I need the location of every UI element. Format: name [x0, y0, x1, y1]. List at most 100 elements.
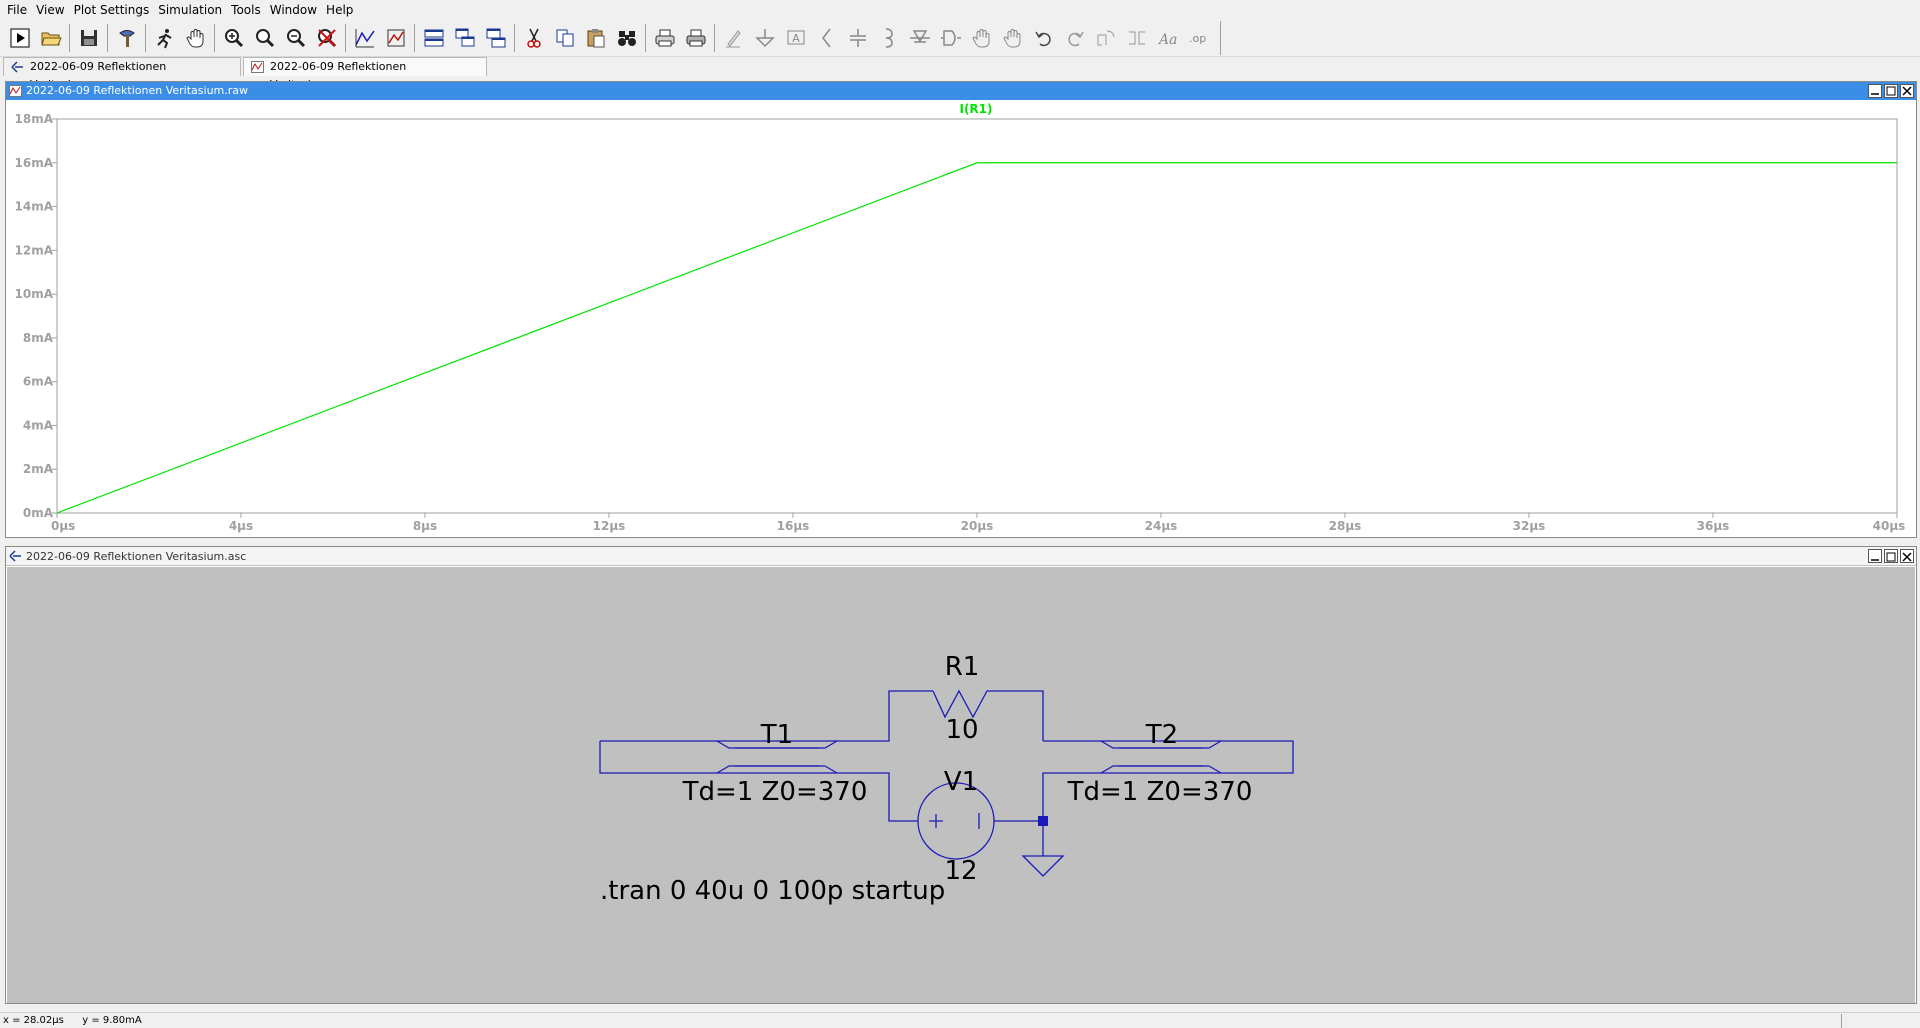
toolbar-separator	[414, 24, 415, 52]
save-icon	[80, 30, 97, 46]
tile-vertical-button[interactable]	[480, 23, 511, 54]
menu-plot-settings[interactable]: Plot Settings	[71, 0, 156, 20]
print-button[interactable]	[680, 23, 711, 54]
minimize-button[interactable]	[1868, 549, 1882, 563]
save-button[interactable]	[73, 23, 104, 54]
resistor-button[interactable]	[811, 23, 842, 54]
menu-tools[interactable]: Tools	[228, 0, 267, 20]
tline-T2-bottom	[1100, 765, 1222, 774]
tile-horizontal-button[interactable]	[418, 23, 449, 54]
scale-button[interactable]	[380, 23, 411, 54]
component-value-R1[interactable]: 10	[945, 715, 978, 745]
y-tick-label: 6mA	[23, 375, 54, 389]
component-button[interactable]	[935, 23, 966, 54]
find-button[interactable]	[611, 23, 642, 54]
menu-view[interactable]: View	[33, 0, 70, 20]
menu-file[interactable]: File	[4, 0, 33, 20]
cursor-x-readout: x = 28.02µs	[3, 1015, 64, 1026]
voltage-source-V1[interactable]	[917, 782, 1043, 860]
ground-button[interactable]	[749, 23, 780, 54]
text-button[interactable]: Aa	[1152, 23, 1183, 54]
spice-directive-text[interactable]: .tran 0 40u 0 100p startup	[600, 876, 945, 906]
tab-waveform[interactable]: 2022-06-09 Reflektionen Veritasium.raw	[243, 57, 487, 91]
zoom-out-button[interactable]	[280, 23, 311, 54]
schematic-drawing[interactable]: R1 10 T1 Td=1 Z0=370 T2 Td=1 Z0=370 V1 1…	[7, 567, 1915, 1003]
zoom-area-button[interactable]	[249, 23, 280, 54]
drag-button[interactable]	[997, 23, 1028, 54]
print-preview-button[interactable]	[649, 23, 680, 54]
ground-symbol[interactable]	[1021, 821, 1065, 877]
paste-icon	[587, 29, 604, 48]
capacitor-button[interactable]	[842, 23, 873, 54]
waveform-window[interactable]: 2022-06-09 Reflektionen Veritasium.raw I…	[5, 81, 1917, 538]
tab-schematic[interactable]: 2022-06-09 Reflektionen Veritasium.asc	[3, 57, 241, 91]
menu-simulation[interactable]: Simulation	[155, 0, 228, 20]
toolbar-separator	[1220, 21, 1221, 55]
component-name-T2[interactable]: T2	[1145, 720, 1178, 750]
diode-button[interactable]	[904, 23, 935, 54]
component-name-T1[interactable]: T1	[760, 720, 793, 750]
zoom-out-icon	[286, 29, 305, 48]
schematic-canvas[interactable]: R1 10 T1 Td=1 Z0=370 T2 Td=1 Z0=370 V1 1…	[7, 567, 1915, 1003]
document-tabs: 2022-06-09 Reflektionen Veritasium.asc 2…	[0, 57, 1920, 91]
maximize-button[interactable]	[1884, 84, 1898, 98]
status-bar: x = 28.02µs y = 9.80mA	[0, 1012, 1920, 1028]
cut-button[interactable]	[518, 23, 549, 54]
run-man-button[interactable]	[149, 23, 180, 54]
component-name-V1[interactable]: V1	[944, 767, 978, 797]
close-icon	[1902, 552, 1912, 562]
junction-node[interactable]	[1038, 816, 1048, 826]
autorange-button[interactable]	[349, 23, 380, 54]
copy-button[interactable]	[549, 23, 580, 54]
trace-line[interactable]	[56, 162, 1897, 514]
waveform-window-titlebar[interactable]: 2022-06-09 Reflektionen Veritasium.raw	[6, 82, 1916, 100]
redo-icon	[1067, 31, 1084, 47]
tline-T1-inner	[735, 747, 819, 767]
waveform-plot[interactable]: I(R1) 0mA 2mA 4mA 6mA 8mA 10mA 12mA 14mA 16mA 18m…	[6, 100, 1916, 537]
schematic-window[interactable]: 2022-06-09 Reflektionen Veritasium.asc R…	[5, 546, 1917, 1004]
schematic-window-titlebar[interactable]: 2022-06-09 Reflektionen Veritasium.asc	[6, 547, 1916, 566]
close-button[interactable]	[1900, 549, 1914, 563]
text-icon: Aa	[1157, 32, 1177, 48]
spice-directive-button[interactable]: .op	[1183, 23, 1214, 54]
label-net-button[interactable]: A	[780, 23, 811, 54]
svg-text:.op: .op	[1189, 32, 1206, 45]
component-value-T2[interactable]: Td=1 Z0=370	[1067, 777, 1253, 807]
schematic-window-title: 2022-06-09 Reflektionen Veritasium.asc	[26, 550, 247, 563]
maximize-icon	[1886, 86, 1896, 96]
move-button[interactable]	[966, 23, 997, 54]
tile-vertical-icon	[486, 28, 505, 48]
x-tick-label: 0µs	[51, 519, 75, 533]
menu-help[interactable]: Help	[323, 0, 359, 20]
zoom-fit-button[interactable]	[311, 23, 342, 54]
mirror-button[interactable]	[1121, 23, 1152, 54]
minimize-button[interactable]	[1868, 84, 1882, 98]
redo-button[interactable]	[1059, 23, 1090, 54]
toolbar-separator	[514, 24, 515, 52]
trace-label[interactable]: I(R1)	[959, 102, 992, 116]
plus-sign	[929, 814, 943, 828]
close-button[interactable]	[1900, 84, 1914, 98]
zoom-in-button[interactable]	[218, 23, 249, 54]
control-panel-button[interactable]	[111, 23, 142, 54]
open-button[interactable]	[35, 23, 66, 54]
undo-button[interactable]	[1028, 23, 1059, 54]
maximize-button[interactable]	[1884, 549, 1898, 563]
wire[interactable]	[997, 690, 1044, 741]
pan-button[interactable]	[180, 23, 211, 54]
inductor-button[interactable]	[873, 23, 904, 54]
component-value-V1[interactable]: 12	[944, 856, 977, 886]
cascade-button[interactable]	[449, 23, 480, 54]
menu-window[interactable]: Window	[267, 0, 323, 20]
rotate-button[interactable]	[1090, 23, 1121, 54]
component-name-R1[interactable]: R1	[945, 652, 980, 682]
draw-wire-button[interactable]	[718, 23, 749, 54]
component-value-T1[interactable]: Td=1 Z0=370	[682, 777, 868, 807]
hand-icon	[971, 29, 989, 48]
run-button[interactable]	[4, 23, 35, 54]
toolbar-separator	[645, 24, 646, 52]
x-tick-label: 32µs	[1513, 519, 1546, 533]
paste-button[interactable]	[580, 23, 611, 54]
toolbar: A Aa .op	[0, 20, 1920, 57]
pencil-icon	[725, 30, 741, 48]
